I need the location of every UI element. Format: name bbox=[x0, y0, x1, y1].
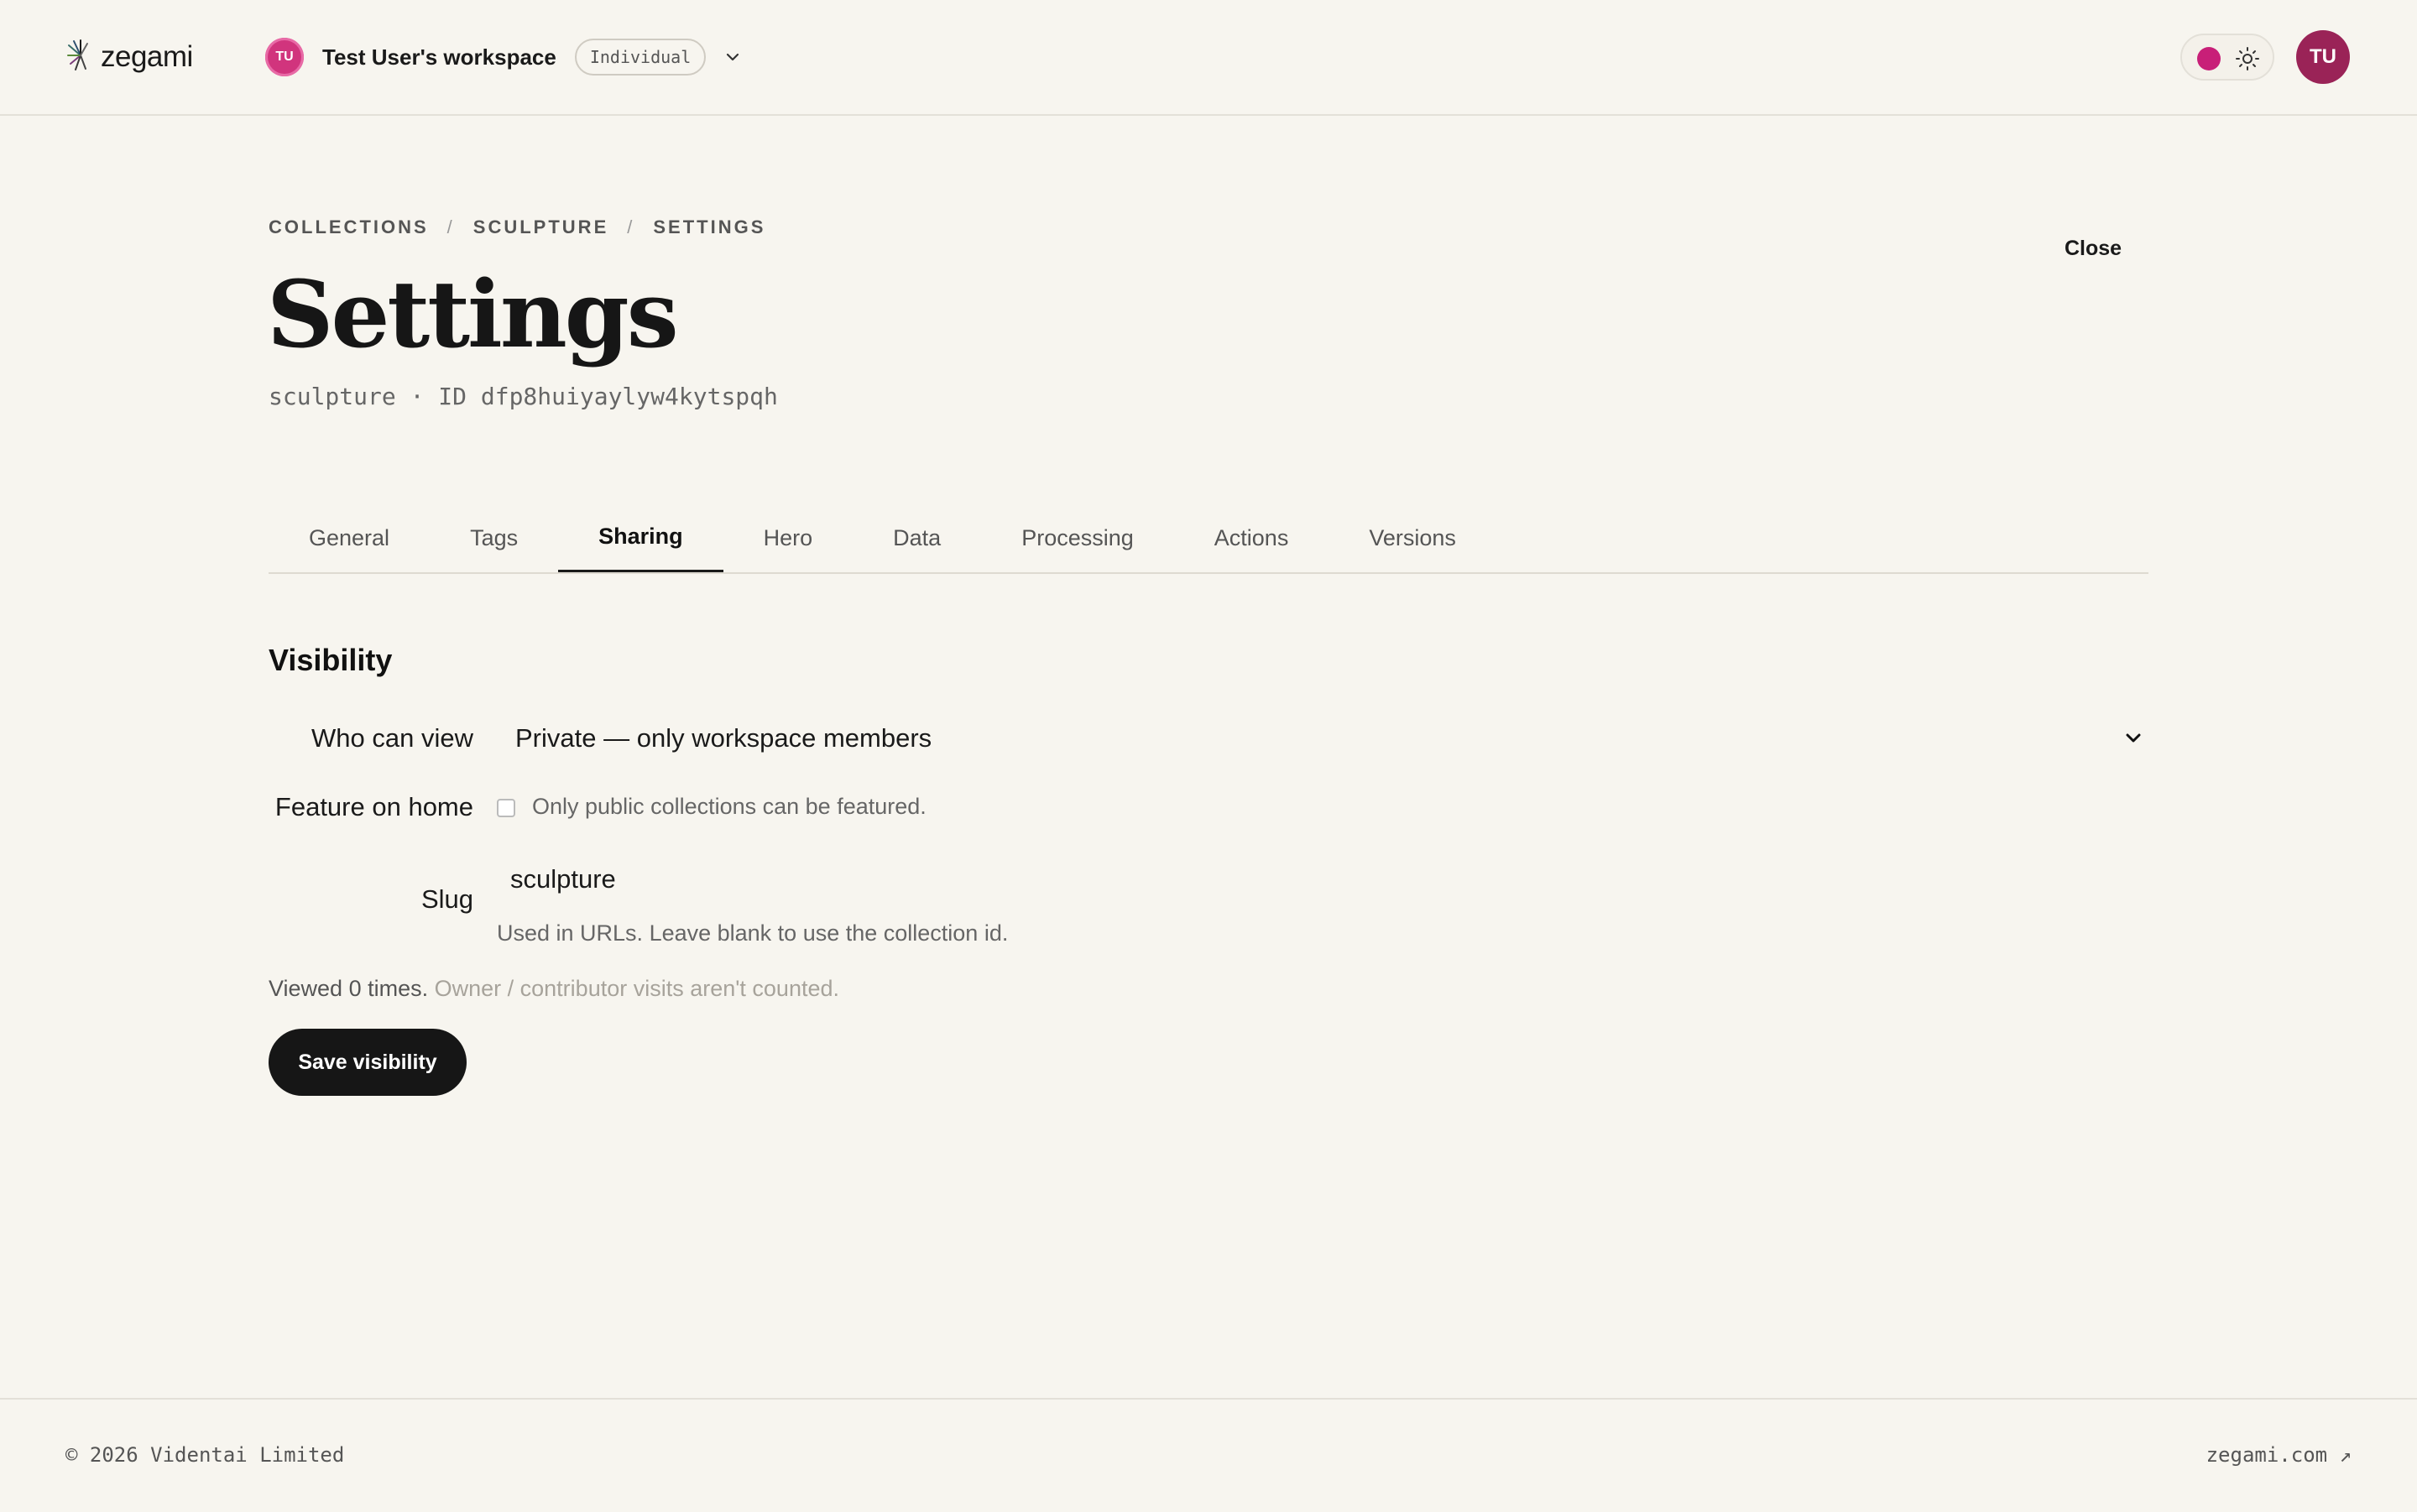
breadcrumb-separator: / bbox=[446, 216, 455, 237]
tab-general[interactable]: General bbox=[269, 503, 430, 572]
breadcrumb-separator: / bbox=[627, 216, 635, 237]
workspace-name: Test User's workspace bbox=[322, 44, 556, 70]
copyright: © 2026 Videntai Limited bbox=[65, 1443, 345, 1467]
view-count: Viewed 0 times. Owner / contributor visi… bbox=[269, 976, 839, 1002]
chevron-down-icon bbox=[2120, 725, 2147, 752]
feature-on-home-label: Feature on home bbox=[274, 792, 473, 821]
top-bar: zegami TU Test User's workspace Individu… bbox=[0, 0, 2417, 116]
sun-icon bbox=[2234, 45, 2261, 72]
user-avatar[interactable]: TU bbox=[2296, 30, 2350, 84]
tab-processing[interactable]: Processing bbox=[981, 503, 1174, 572]
save-visibility-button[interactable]: Save visibility bbox=[269, 1029, 467, 1096]
plan-badge: Individual bbox=[574, 39, 707, 76]
workspace-switcher[interactable]: TU Test User's workspace Individual bbox=[265, 37, 744, 77]
tab-hero[interactable]: Hero bbox=[723, 503, 854, 572]
visibility-heading: Visibility bbox=[269, 643, 393, 677]
accent-dot-icon bbox=[2197, 47, 2221, 70]
close-button[interactable]: Close bbox=[2048, 232, 2138, 265]
zegami-link[interactable]: zegami.com ↗ bbox=[2206, 1443, 2352, 1467]
page-title: Settings bbox=[267, 260, 679, 368]
tab-data[interactable]: Data bbox=[853, 503, 981, 572]
who-can-view-select[interactable]: Private — only workspace members bbox=[497, 715, 2148, 762]
workspace-avatar: TU bbox=[265, 38, 304, 76]
collection-id-subtitle: sculpture · ID dfp8huiyaylyw4kytspqh bbox=[269, 383, 778, 410]
breadcrumb-sculpture[interactable]: SCULPTURE bbox=[473, 216, 608, 238]
feature-note: Only public collections can be featured. bbox=[532, 794, 927, 819]
chevron-down-icon[interactable] bbox=[721, 45, 744, 69]
tab-versions[interactable]: Versions bbox=[1329, 503, 1496, 572]
theme-toggle[interactable] bbox=[2180, 34, 2274, 81]
slug-input[interactable]: sculpture bbox=[497, 858, 1252, 901]
who-can-view-label: Who can view bbox=[311, 723, 473, 753]
slug-help-text: Used in URLs. Leave blank to use the col… bbox=[497, 920, 1009, 946]
slug-label: Slug bbox=[420, 884, 473, 914]
logo-burst-icon bbox=[65, 39, 96, 76]
breadcrumb-collections[interactable]: COLLECTIONS bbox=[269, 216, 429, 238]
tab-sharing[interactable]: Sharing bbox=[558, 503, 723, 572]
feature-on-home-checkbox[interactable] bbox=[497, 799, 515, 817]
tab-tags[interactable]: Tags bbox=[430, 503, 558, 572]
view-count-text: Viewed 0 times. bbox=[269, 976, 429, 1001]
tab-actions[interactable]: Actions bbox=[1174, 503, 1329, 572]
logo-wordmark: zegami bbox=[101, 40, 193, 73]
footer: © 2026 Videntai Limited zegami.com ↗ bbox=[0, 1398, 2417, 1512]
breadcrumb-settings: SETTINGS bbox=[653, 216, 766, 237]
view-count-note: Owner / contributor visits aren't counte… bbox=[434, 976, 839, 1001]
who-can-view-value: Private — only workspace members bbox=[515, 723, 932, 753]
breadcrumb: COLLECTIONS / SCULPTURE / SETTINGS bbox=[269, 216, 765, 238]
logo[interactable]: zegami bbox=[65, 37, 193, 77]
settings-tabs: General Tags Sharing Hero Data Processin… bbox=[269, 503, 2148, 574]
slug-value: sculpture bbox=[510, 864, 616, 894]
